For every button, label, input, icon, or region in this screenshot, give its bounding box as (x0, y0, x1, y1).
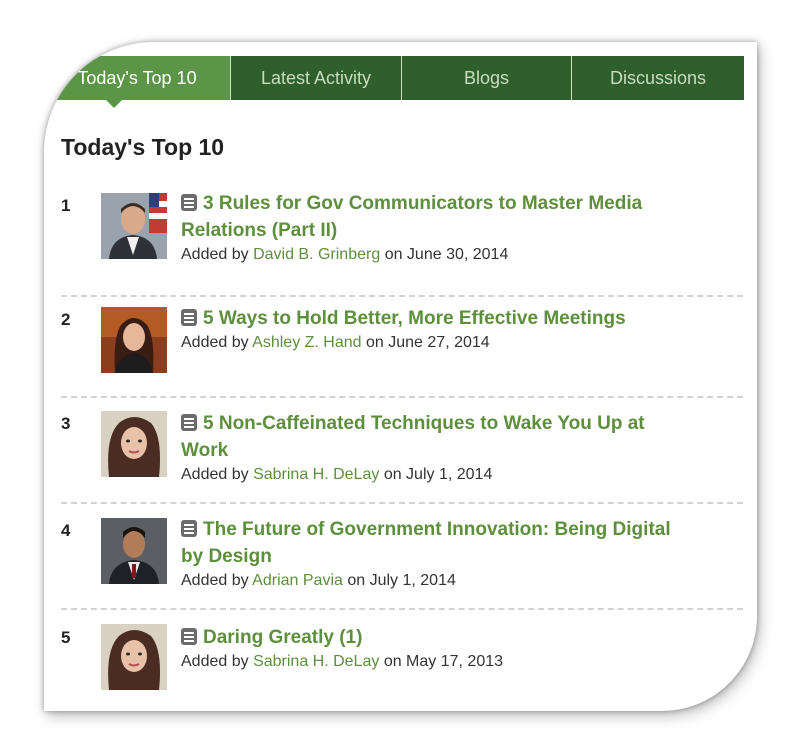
top10-list: 1 3 Rules for Gov Communicators to Maste… (61, 190, 743, 708)
author-link[interactable]: Ashley Z. Hand (252, 334, 361, 351)
author-link[interactable]: Sabrina H. DeLay (253, 653, 379, 670)
item-title-link[interactable]: 3 Rules for Gov Communicators to Master … (181, 190, 741, 244)
item-rank: 3 (61, 414, 71, 433)
avatar[interactable] (101, 624, 167, 690)
added-by-label: Added by (181, 466, 249, 483)
post-date: on May 17, 2013 (383, 653, 504, 670)
added-by-label: Added by (181, 572, 249, 589)
item-byline: Added by Sabrina H. DeLay on May 17, 201… (181, 651, 741, 673)
tab-latest-activity[interactable]: Latest Activity (231, 56, 402, 100)
item-rank: 4 (61, 521, 71, 540)
added-by-label: Added by (181, 334, 249, 351)
post-date: on June 27, 2014 (366, 334, 490, 351)
list-item: 3 5 Non-Caffeinated Techniques to Wake Y… (61, 398, 743, 504)
item-title-link[interactable]: The Future of Government Innovation: Bei… (181, 516, 741, 570)
item-rank: 2 (61, 310, 71, 329)
tab-bar: Today's Top 10 Latest Activity Blogs Dis… (44, 56, 744, 108)
list-item: 2 5 Ways to Hold Better, More Effective … (61, 297, 743, 398)
added-by-label: Added by (181, 246, 249, 263)
item-byline: Added by Ashley Z. Hand on June 27, 2014 (181, 332, 741, 354)
list-item: 5 Daring Greatly (1) Added by Sabrina H.… (61, 610, 743, 708)
item-title-link[interactable]: 5 Non-Caffeinated Techniques to Wake You… (181, 410, 741, 464)
item-rank: 5 (61, 628, 71, 647)
item-title-link[interactable]: Daring Greatly (1) (181, 624, 741, 651)
document-icon (181, 194, 197, 211)
author-link[interactable]: David B. Grinberg (253, 246, 380, 263)
avatar[interactable] (101, 411, 167, 477)
post-date: on July 1, 2014 (383, 466, 493, 483)
top10-widget: Today's Top 10 Latest Activity Blogs Dis… (44, 42, 757, 711)
item-byline: Added by Adrian Pavia on July 1, 2014 (181, 570, 741, 592)
list-item: 4 The Future of Government Innovation: B… (61, 504, 743, 610)
item-byline: Added by Sabrina H. DeLay on July 1, 201… (181, 464, 741, 486)
item-byline: Added by David B. Grinberg on June 30, 2… (181, 244, 741, 266)
avatar[interactable] (101, 518, 167, 584)
author-link[interactable]: Adrian Pavia (252, 572, 343, 589)
tab-discussions[interactable]: Discussions (572, 56, 744, 100)
avatar[interactable] (101, 307, 167, 373)
author-link[interactable]: Sabrina H. DeLay (253, 466, 379, 483)
item-rank: 1 (61, 196, 71, 215)
document-icon (181, 414, 197, 431)
section-heading: Today's Top 10 (61, 134, 225, 160)
item-title-link[interactable]: 5 Ways to Hold Better, More Effective Me… (181, 305, 741, 332)
added-by-label: Added by (181, 653, 249, 670)
post-date: on June 30, 2014 (384, 246, 509, 263)
list-item: 1 3 Rules for Gov Communicators to Maste… (61, 190, 743, 297)
document-icon (181, 309, 197, 326)
avatar[interactable] (101, 193, 167, 259)
tab-todays-top-10[interactable]: Today's Top 10 (44, 56, 231, 108)
tab-blogs[interactable]: Blogs (402, 56, 572, 100)
document-icon (181, 520, 197, 537)
document-icon (181, 628, 197, 645)
post-date: on July 1, 2014 (347, 572, 456, 589)
